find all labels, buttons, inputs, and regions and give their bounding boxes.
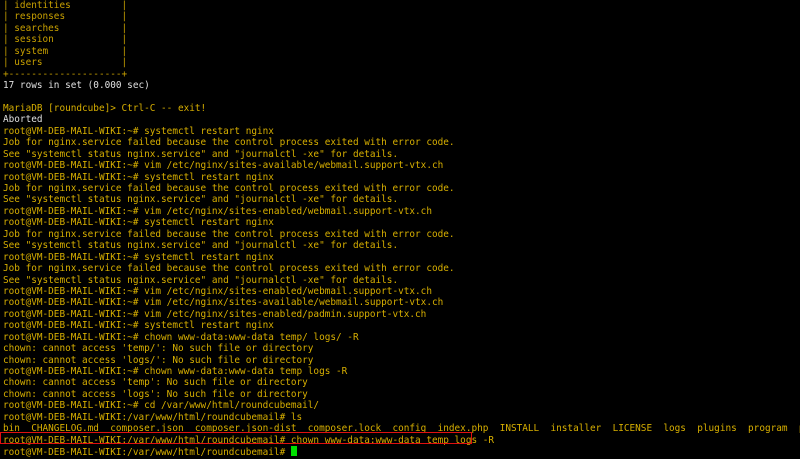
terminal-line: | session |	[3, 34, 800, 45]
terminal-line: Job for nginx.service failed because the…	[3, 229, 800, 240]
terminal-line-text: root@VM-DEB-MAIL-WIKI:/var/www/html/roun…	[3, 434, 495, 446]
terminal-line-text: root@VM-DEB-MAIL-WIKI:~# vim /etc/nginx/…	[3, 160, 444, 172]
terminal-line-text: root@VM-DEB-MAIL-WIKI:~# systemctl resta…	[3, 171, 274, 183]
terminal-line: | system |	[3, 46, 800, 57]
terminal-line-text: | system |	[3, 45, 128, 57]
terminal-line: root@VM-DEB-MAIL-WIKI:~# vim /etc/nginx/…	[3, 297, 800, 308]
terminal-line-text: | users |	[3, 57, 128, 69]
terminal-line-text: root@VM-DEB-MAIL-WIKI:~# systemctl resta…	[3, 217, 274, 229]
terminal-line-text: root@VM-DEB-MAIL-WIKI:/var/www/html/roun…	[3, 447, 291, 459]
terminal-line-text: chown: cannot access 'logs/': No such fi…	[3, 354, 314, 366]
terminal-line-text: root@VM-DEB-MAIL-WIKI:~# vim /etc/nginx/…	[3, 205, 432, 217]
terminal-line: root@VM-DEB-MAIL-WIKI:/var/www/html/roun…	[3, 435, 800, 446]
terminal-line-text: chown: cannot access 'temp/': No such fi…	[3, 343, 314, 355]
terminal-line-text: | searches |	[3, 22, 128, 34]
terminal-line: chown: cannot access 'temp': No such fil…	[3, 377, 800, 388]
terminal-line-text: See "systemctl status nginx.service" and…	[3, 148, 399, 160]
terminal-line-text: Job for nginx.service failed because the…	[3, 263, 455, 275]
terminal-line-text: | responses |	[3, 11, 128, 23]
terminal-line-text: root@VM-DEB-MAIL-WIKI:/var/www/html/roun…	[3, 411, 303, 423]
terminal-line: | responses |	[3, 11, 800, 22]
terminal-line: See "systemctl status nginx.service" and…	[3, 149, 800, 160]
terminal-line: Job for nginx.service failed because the…	[3, 137, 800, 148]
terminal-output: | identities | | responses | | searches | |…	[3, 0, 800, 458]
terminal-line: root@VM-DEB-MAIL-WIKI:~# chown www-data:…	[3, 366, 800, 377]
terminal-line-text: root@VM-DEB-MAIL-WIKI:~# chown www-data:…	[3, 331, 359, 343]
terminal-line: See "systemctl status nginx.service" and…	[3, 275, 800, 286]
terminal-line-text: | identities |	[3, 0, 128, 11]
terminal-line: root@VM-DEB-MAIL-WIKI:~# systemctl resta…	[3, 320, 800, 331]
terminal-line-text: Job for nginx.service failed because the…	[3, 183, 455, 194]
terminal-line-text: bin CHANGELOG.md composer.json composer.…	[3, 423, 800, 435]
terminal-line: root@VM-DEB-MAIL-WIKI:/var/www/html/roun…	[3, 412, 800, 423]
terminal-line-text: root@VM-DEB-MAIL-WIKI:~# vim /etc/nginx/…	[3, 308, 427, 320]
terminal-line-text: root@VM-DEB-MAIL-WIKI:~# chown www-data:…	[3, 366, 348, 377]
terminal-prompt-line: root@VM-DEB-MAIL-WIKI:/var/www/html/roun…	[3, 446, 800, 459]
terminal-line-text: See "systemctl status nginx.service" and…	[3, 194, 399, 206]
terminal-line-text: chown: cannot access 'temp': No such fil…	[3, 377, 308, 389]
terminal-line: root@VM-DEB-MAIL-WIKI:~# systemctl resta…	[3, 172, 800, 183]
terminal-line: root@VM-DEB-MAIL-WIKI:~# vim /etc/nginx/…	[3, 206, 800, 217]
terminal-line: | identities |	[3, 0, 800, 11]
terminal-line-text: See "systemctl status nginx.service" and…	[3, 274, 399, 286]
terminal-line: root@VM-DEB-MAIL-WIKI:~# systemctl resta…	[3, 252, 800, 263]
terminal-line: MariaDB [roundcube]> Ctrl-C -- exit!	[3, 103, 800, 114]
terminal-line-text: MariaDB [roundcube]> Ctrl-C -- exit!	[3, 102, 207, 114]
terminal-line: Job for nginx.service failed because the…	[3, 183, 800, 194]
terminal-line-text: root@VM-DEB-MAIL-WIKI:~# systemctl resta…	[3, 251, 274, 263]
terminal-line: chown: cannot access 'logs/': No such fi…	[3, 355, 800, 366]
terminal-line: chown: cannot access 'temp/': No such fi…	[3, 343, 800, 354]
terminal-line: +--------------------+	[3, 69, 800, 80]
terminal-line-text: root@VM-DEB-MAIL-WIKI:~# vim /etc/nginx/…	[3, 297, 444, 309]
terminal-line-text: root@VM-DEB-MAIL-WIKI:~# cd /var/www/htm…	[3, 400, 320, 412]
terminal-line-text: 17 rows in set (0.000 sec)	[3, 80, 150, 92]
terminal-line-text: Aborted	[3, 114, 43, 126]
terminal-line: bin CHANGELOG.md composer.json composer.…	[3, 423, 800, 434]
terminal-line: See "systemctl status nginx.service" and…	[3, 194, 800, 205]
terminal-line-text: +--------------------+	[3, 68, 128, 80]
terminal-line: root@VM-DEB-MAIL-WIKI:~# vim /etc/nginx/…	[3, 160, 800, 171]
terminal-line-text: chown: cannot access 'logs': No such fil…	[3, 388, 308, 400]
terminal-line: Job for nginx.service failed because the…	[3, 263, 800, 274]
terminal-line: root@VM-DEB-MAIL-WIKI:~# chown www-data:…	[3, 332, 800, 343]
terminal-line: root@VM-DEB-MAIL-WIKI:~# systemctl resta…	[3, 217, 800, 228]
terminal-window[interactable]: | identities | | responses | | searches | |…	[0, 0, 800, 459]
terminal-line-text: root@VM-DEB-MAIL-WIKI:~# vim /etc/nginx/…	[3, 285, 432, 297]
terminal-line: Aborted	[3, 114, 800, 125]
terminal-line: chown: cannot access 'logs': No such fil…	[3, 389, 800, 400]
terminal-line-text: root@VM-DEB-MAIL-WIKI:~# systemctl resta…	[3, 125, 274, 137]
terminal-line: root@VM-DEB-MAIL-WIKI:~# vim /etc/nginx/…	[3, 309, 800, 320]
terminal-line-text: | session |	[3, 34, 128, 46]
terminal-line: root@VM-DEB-MAIL-WIKI:~# cd /var/www/htm…	[3, 400, 800, 411]
terminal-line-text: Job for nginx.service failed because the…	[3, 137, 455, 149]
terminal-cursor[interactable]	[290, 446, 297, 457]
terminal-line-text: root@VM-DEB-MAIL-WIKI:~# systemctl resta…	[3, 320, 274, 332]
terminal-line: | users |	[3, 57, 800, 68]
terminal-line: root@VM-DEB-MAIL-WIKI:~# vim /etc/nginx/…	[3, 286, 800, 297]
terminal-line-text: See "systemctl status nginx.service" and…	[3, 240, 399, 252]
terminal-line: root@VM-DEB-MAIL-WIKI:~# systemctl resta…	[3, 126, 800, 137]
terminal-line-text: Job for nginx.service failed because the…	[3, 228, 455, 240]
terminal-line: See "systemctl status nginx.service" and…	[3, 240, 800, 251]
terminal-line: 17 rows in set (0.000 sec)	[3, 80, 800, 91]
terminal-line: | searches |	[3, 23, 800, 34]
